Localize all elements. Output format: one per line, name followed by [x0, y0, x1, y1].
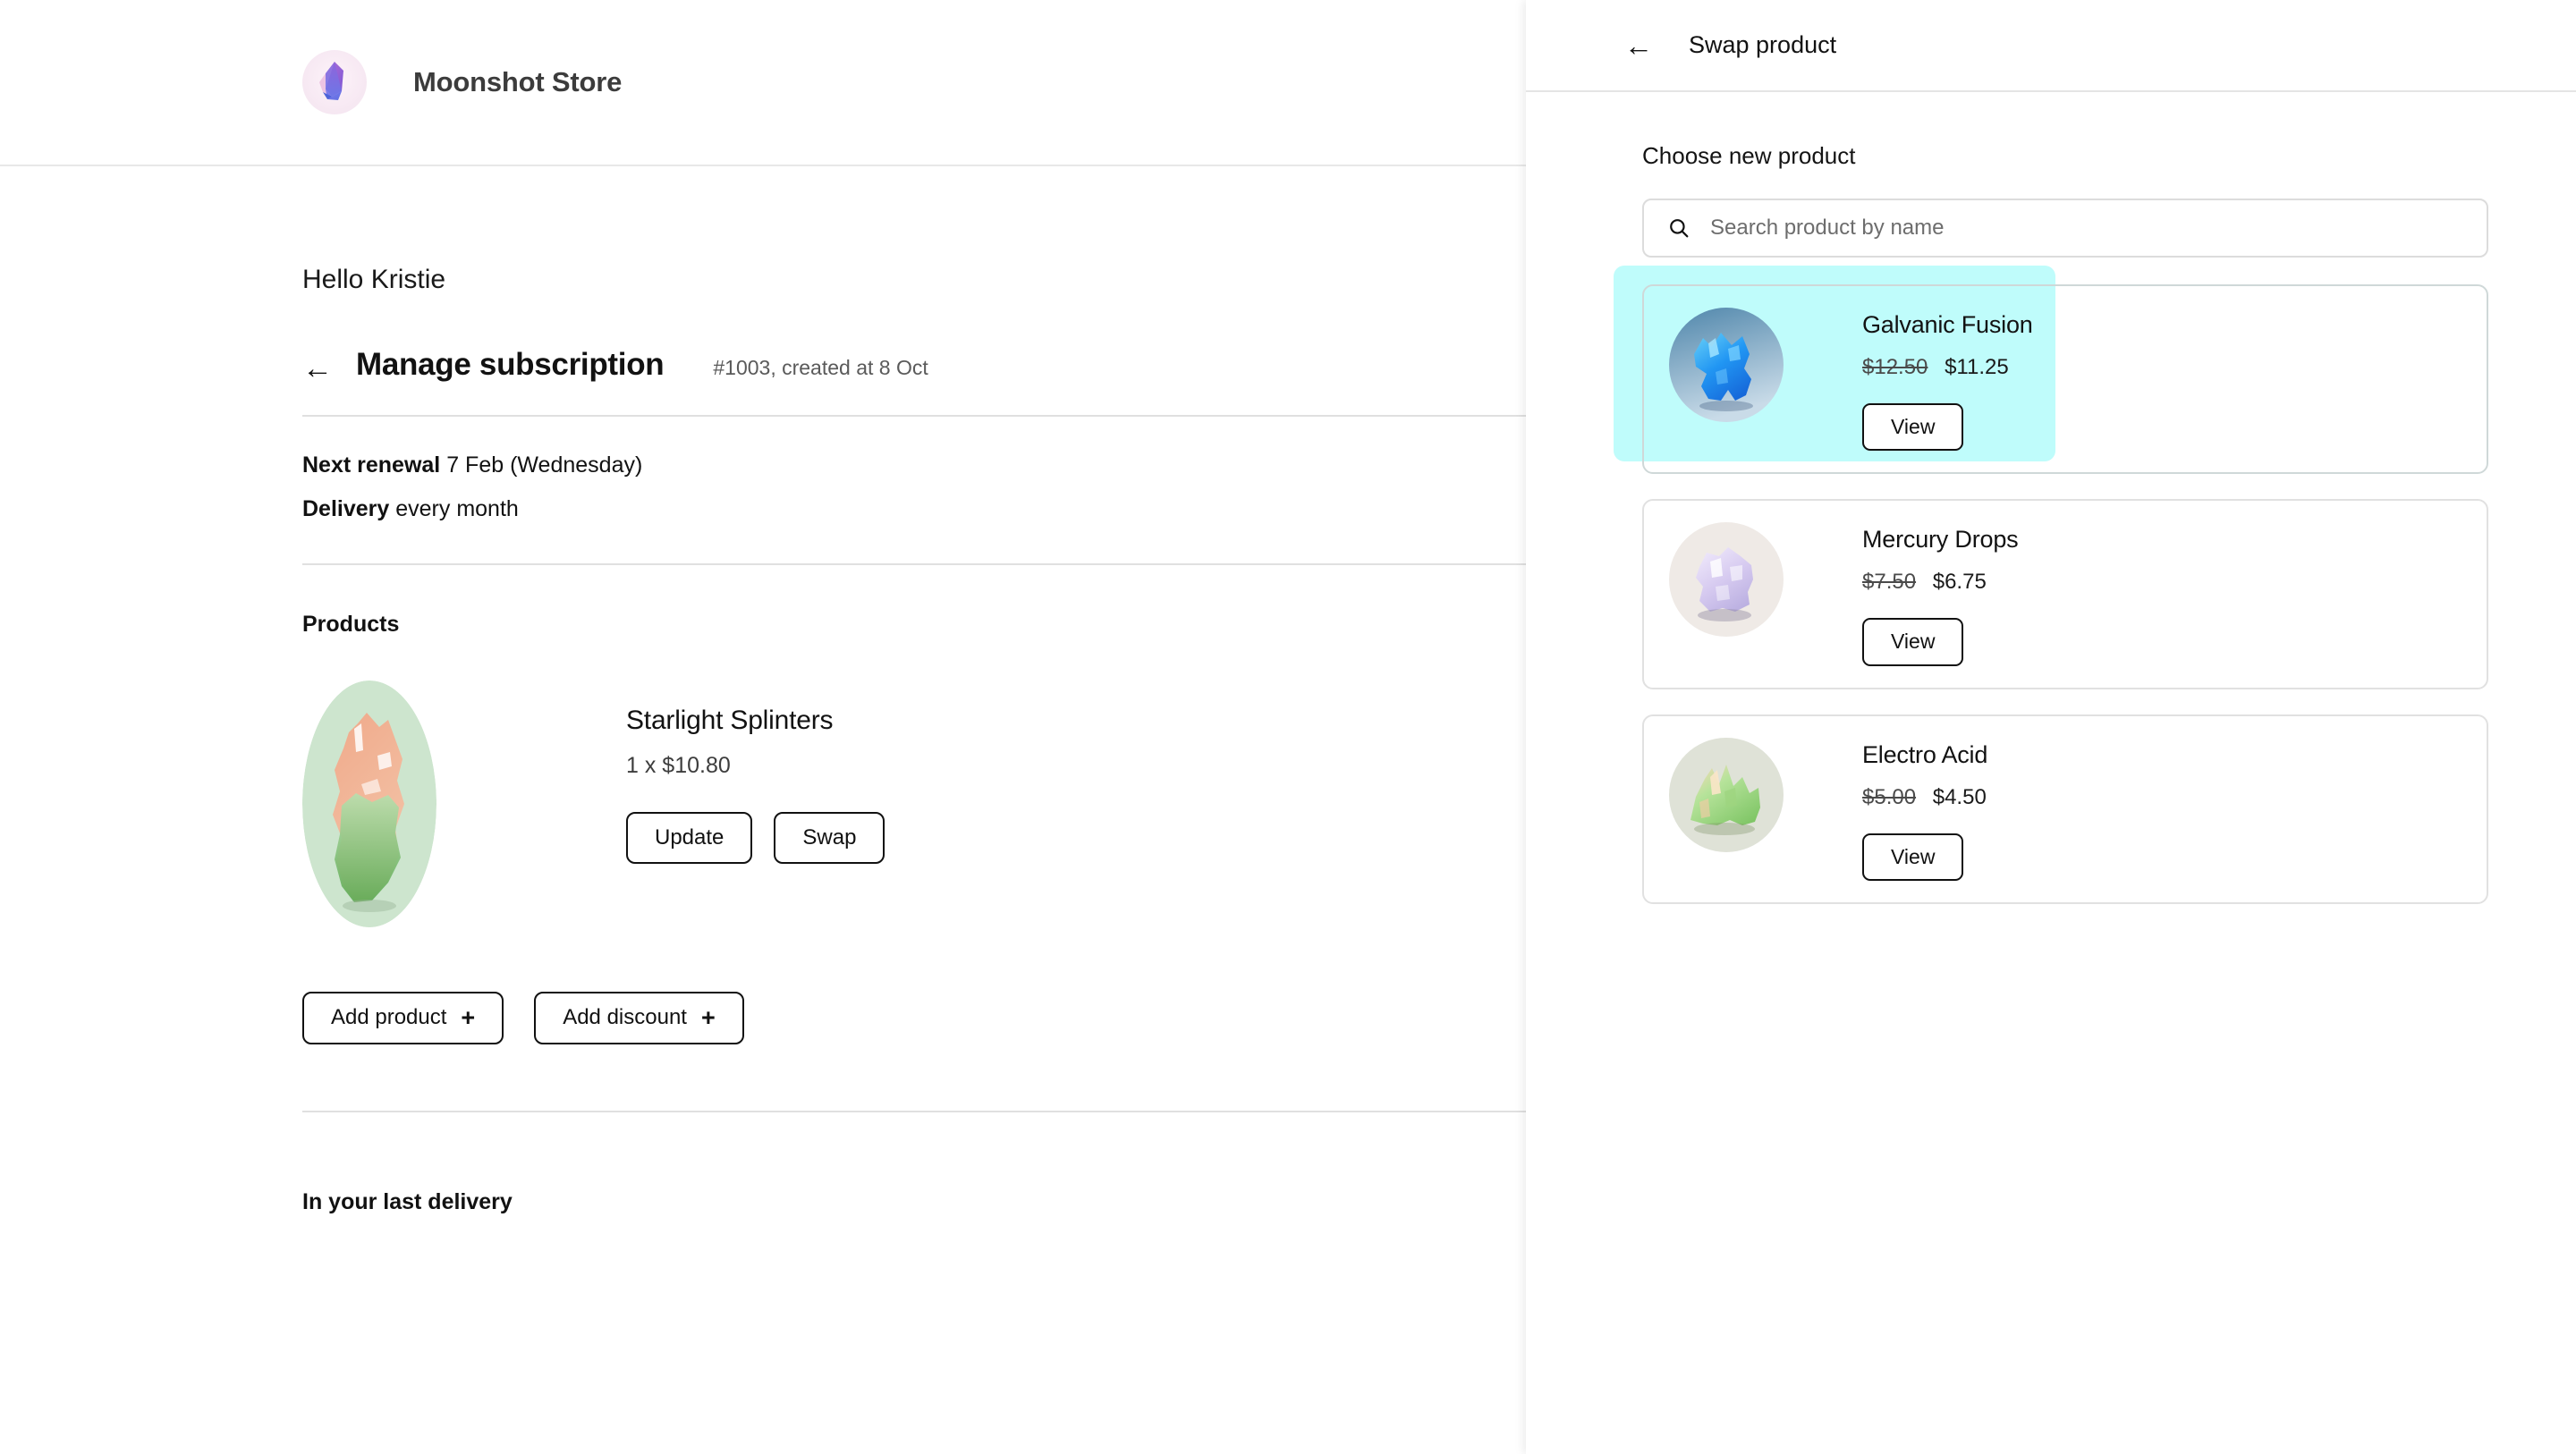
price-original: $7.50 [1862, 570, 1917, 595]
search-icon [1667, 216, 1690, 240]
update-button[interactable]: Update [626, 812, 753, 865]
product-name: Mercury Drops [1862, 526, 2019, 554]
product-result-card[interactable]: Mercury Drops $7.50 $6.75 View [1642, 499, 2488, 689]
product-quantity-price: 1 x $10.80 [626, 753, 731, 778]
plus-icon: + [700, 1004, 716, 1031]
product-name: Starlight Splinters [626, 706, 834, 735]
store-header: Moonshot Store [0, 0, 1526, 166]
divider [302, 1111, 1526, 1112]
price-discounted: $4.50 [1932, 784, 1987, 809]
product-prices: $12.50 $11.25 [1862, 355, 2033, 380]
add-product-button[interactable]: Add product + [302, 992, 504, 1044]
product-result-card[interactable]: Electro Acid $5.00 $4.50 View [1642, 714, 2488, 904]
panel-body: Choose new product Search product by nam… [1526, 142, 2576, 904]
panel-header: ← Swap product [1526, 0, 2576, 92]
storefront-body: Hello Kristie ← Manage subscription #100… [0, 166, 1526, 1215]
swap-product-panel: ← Swap product Choose new product Search… [1526, 0, 2576, 1454]
divider [302, 563, 1526, 565]
search-field[interactable] [1642, 199, 2488, 258]
product-prices: $7.50 $6.75 [1862, 570, 2018, 595]
last-delivery-heading: In your last delivery [302, 1189, 513, 1214]
add-product-label: Add product [331, 1005, 447, 1030]
panel-title: Swap product [1689, 31, 1837, 58]
subscription-header: ← Manage subscription #1003, created at … [302, 347, 1526, 384]
arrow-left-icon[interactable]: ← [302, 353, 333, 384]
detail-label: Delivery [302, 496, 390, 521]
subscription-details: Next renewal 7 Feb (Wednesday) Delivery … [302, 417, 1526, 563]
galvanic-fusion-thumbnail-icon [1669, 308, 1784, 422]
plus-icon: + [461, 1004, 476, 1031]
product-result-card[interactable]: Galvanic Fusion $12.50 $11.25 View [1642, 284, 2488, 475]
products-heading: Products [302, 612, 400, 637]
product-results-list: Galvanic Fusion $12.50 $11.25 View Mercu… [1614, 266, 2488, 904]
view-button[interactable]: View [1862, 403, 1964, 452]
price-original: $5.00 [1862, 784, 1917, 809]
mercury-drops-thumbnail-icon [1669, 522, 1784, 638]
price-original: $12.50 [1862, 355, 1928, 379]
detail-next-renewal: Next renewal 7 Feb (Wednesday) [302, 452, 1526, 478]
price-discounted: $11.25 [1945, 355, 2009, 379]
starlight-splinters-thumbnail-icon [302, 681, 436, 927]
greeting-text: Hello Kristie [302, 265, 446, 294]
view-button[interactable]: View [1862, 618, 1964, 666]
page-title: Manage subscription [356, 347, 665, 382]
add-discount-label: Add discount [563, 1005, 687, 1030]
product-name: Galvanic Fusion [1862, 311, 2033, 338]
detail-label: Next renewal [302, 452, 441, 478]
swap-button[interactable]: Swap [774, 812, 886, 865]
product-name: Electro Acid [1862, 740, 1988, 768]
product-line-item: Starlight Splinters 1 x $10.80 Update Sw… [302, 681, 1526, 927]
add-discount-button[interactable]: Add discount + [534, 992, 744, 1044]
view-button[interactable]: View [1862, 833, 1964, 881]
choose-new-product-label: Choose new product [1642, 142, 1856, 169]
card-info: Electro Acid $5.00 $4.50 View [1862, 738, 1987, 881]
app-root: Moonshot Store Hello Kristie ← Manage su… [0, 0, 2576, 1454]
detail-delivery: Delivery every month [302, 496, 1526, 522]
product-prices: $5.00 $4.50 [1862, 785, 1987, 810]
card-info: Galvanic Fusion $12.50 $11.25 View [1862, 308, 2033, 452]
price-discounted: $6.75 [1932, 570, 1987, 595]
card-info: Mercury Drops $7.50 $6.75 View [1862, 522, 2019, 666]
arrow-left-icon[interactable]: ← [1624, 31, 1653, 60]
detail-value: 7 Feb (Wednesday) [446, 452, 643, 478]
detail-value: every month [395, 496, 519, 521]
store-name: Moonshot Store [413, 66, 623, 97]
storefront-page: Moonshot Store Hello Kristie ← Manage su… [0, 0, 1526, 1454]
gem-crystal-logo-icon [302, 50, 367, 114]
add-actions: Add product + Add discount + [302, 992, 1526, 1044]
search-input[interactable] [1710, 216, 2463, 241]
product-info: Starlight Splinters 1 x $10.80 Update Sw… [626, 681, 886, 865]
electro-acid-thumbnail-icon [1669, 737, 1784, 852]
subscription-meta: #1003, created at 8 Oct [713, 356, 928, 379]
product-actions: Update Swap [626, 812, 886, 865]
